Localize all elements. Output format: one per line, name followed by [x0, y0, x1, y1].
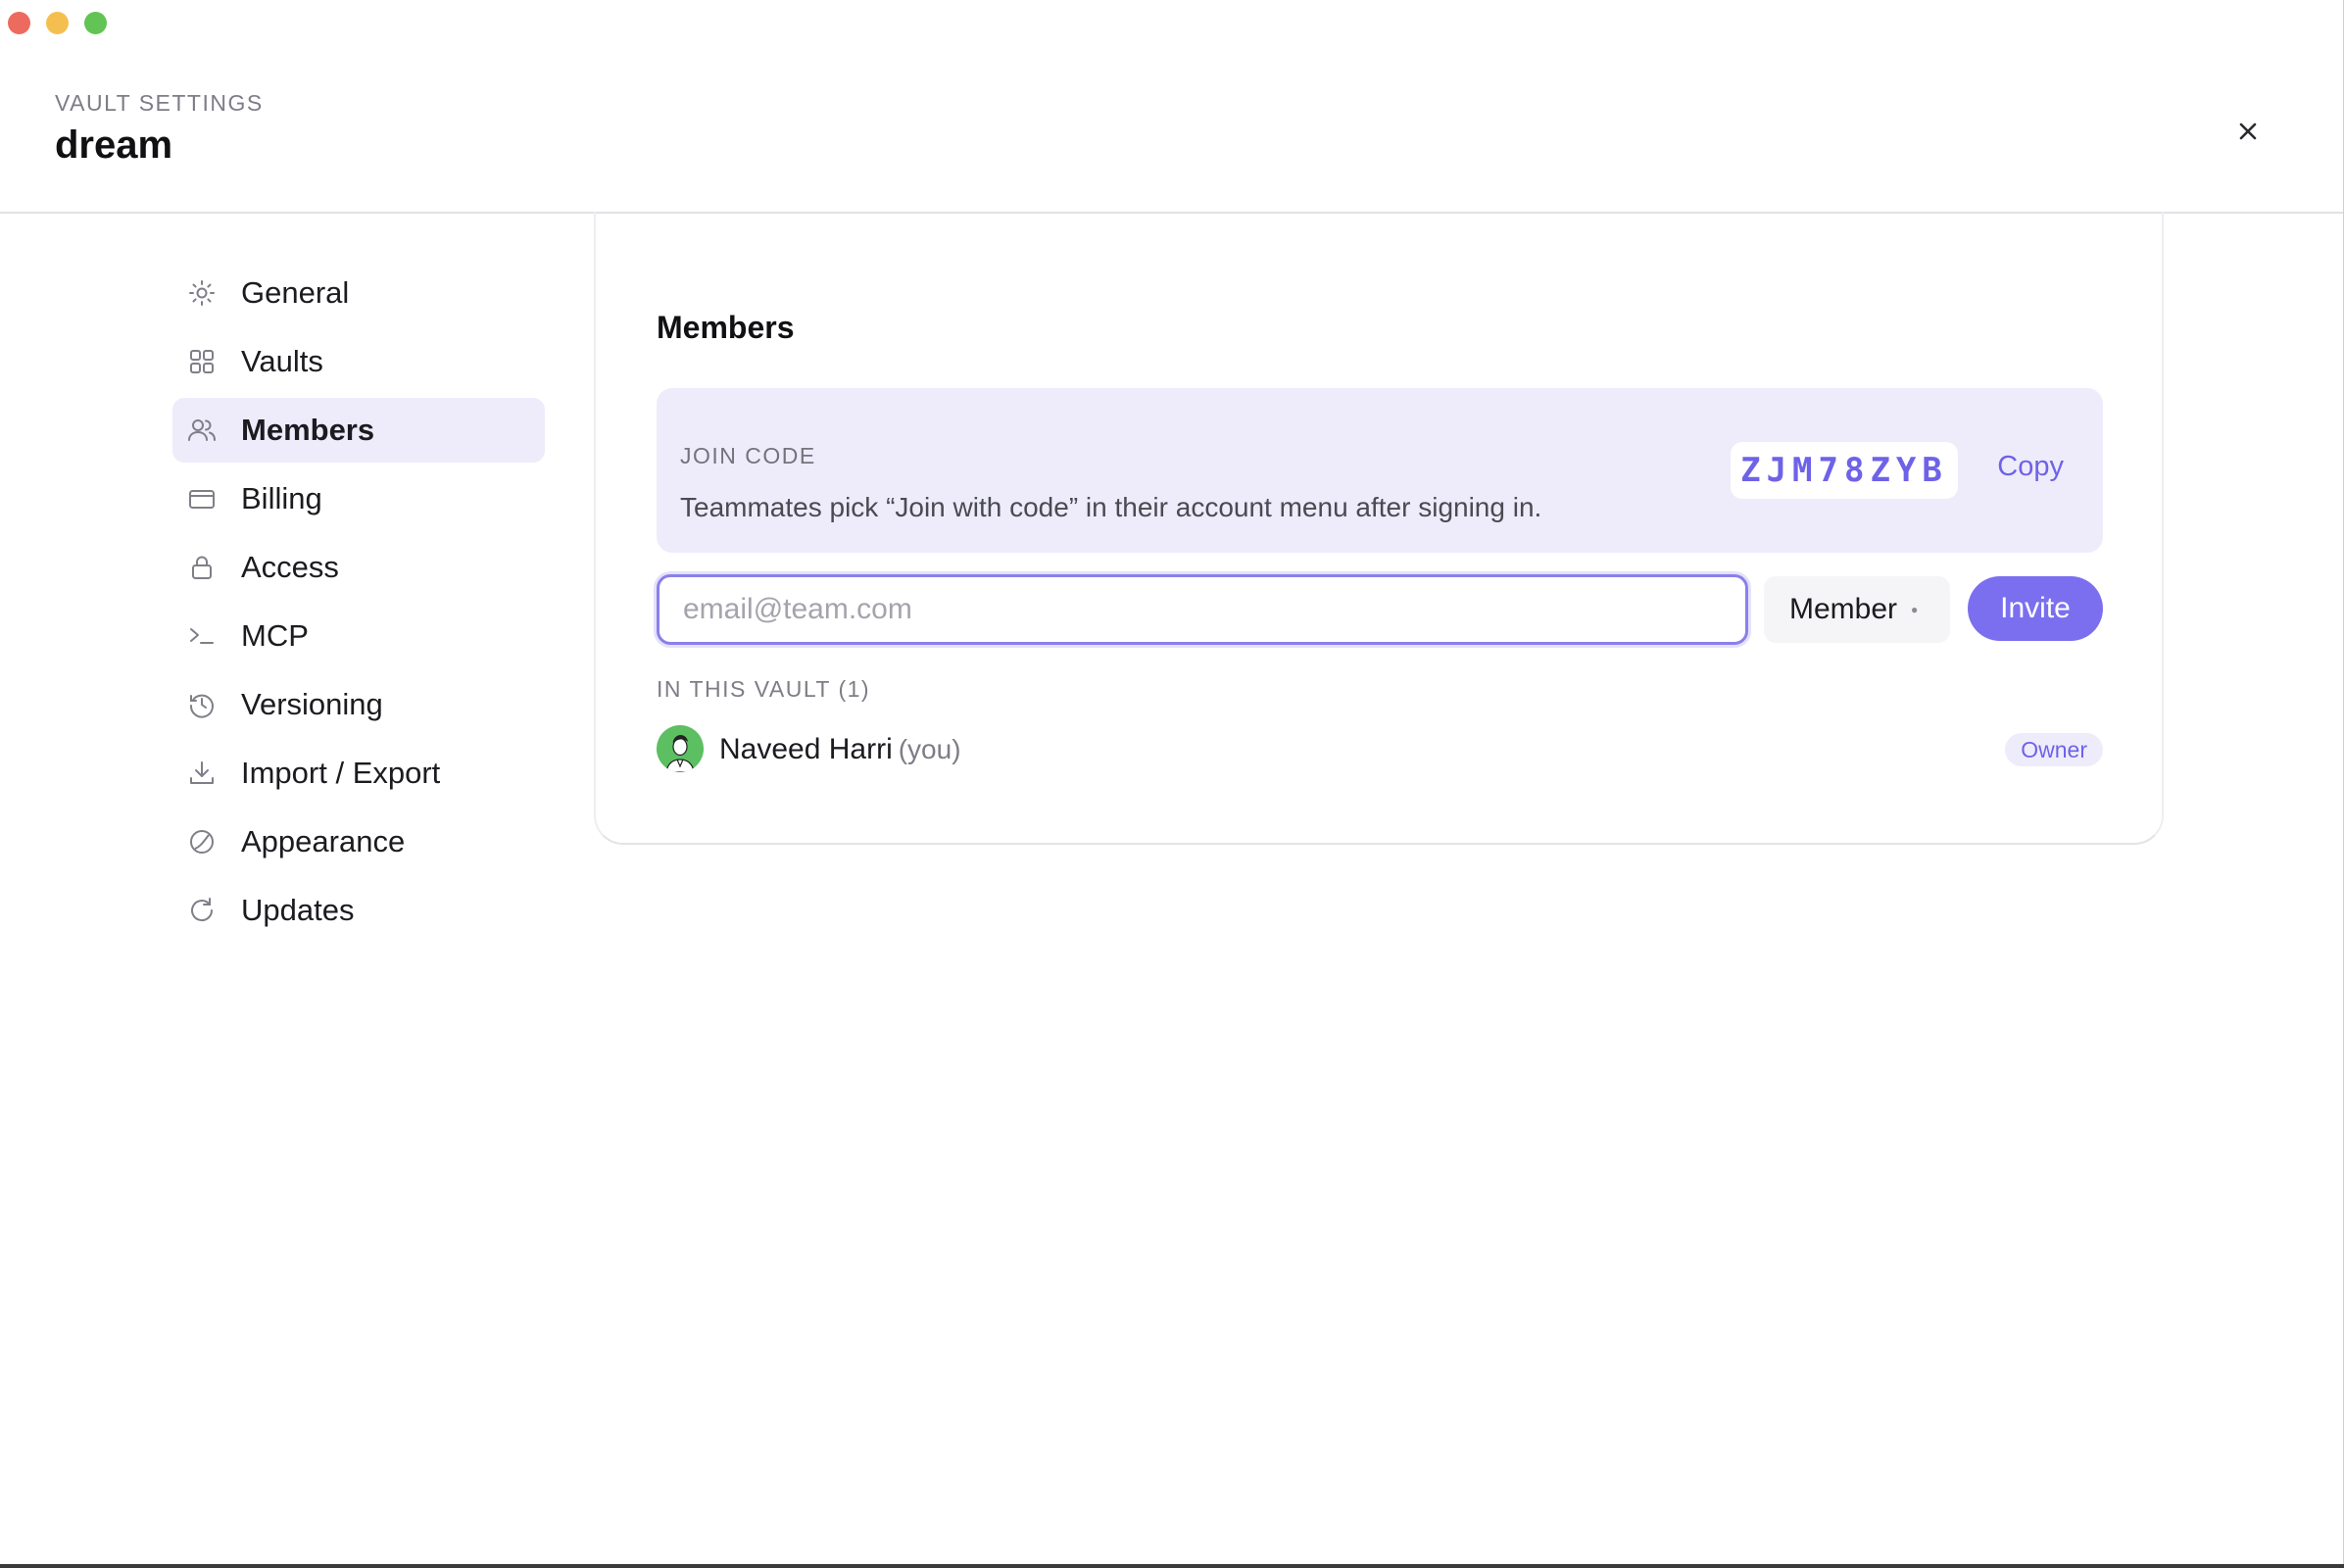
join-code-label: JOIN CODE — [680, 443, 816, 468]
invite-row: Member ● Invite — [657, 574, 2103, 645]
settings-window: VAULT SETTINGS dream General Vaults Memb… — [0, 0, 2344, 1568]
vault-title: dream — [55, 123, 173, 167]
invite-button[interactable]: Invite — [1968, 576, 2103, 641]
chevron-down-icon: ● — [1911, 603, 1919, 616]
sidebar-item-members[interactable]: Members — [172, 398, 545, 463]
sidebar-item-versioning[interactable]: Versioning — [172, 672, 545, 737]
sidebar-item-label: General — [241, 275, 350, 310]
credit-card-icon — [186, 483, 218, 514]
settings-header: VAULT SETTINGS dream — [0, 0, 2344, 214]
sidebar-item-appearance[interactable]: Appearance — [172, 809, 545, 874]
role-select[interactable]: Member ● — [1764, 576, 1950, 643]
download-icon — [186, 758, 218, 789]
copy-code-button[interactable]: Copy — [1997, 451, 2064, 483]
close-icon — [2239, 122, 2257, 140]
member-row: Naveed Harri (you) Owner — [657, 725, 2103, 774]
email-input[interactable] — [657, 574, 1748, 645]
sidebar-item-label: Import / Export — [241, 756, 441, 790]
join-code-value: ZJM78ZYB — [1731, 442, 1958, 499]
section-title: Members — [657, 310, 795, 345]
role-select-value: Member — [1789, 593, 1898, 625]
member-name: Naveed Harri (you) — [719, 733, 961, 766]
sidebar-item-label: Vaults — [241, 344, 323, 378]
sidebar-item-billing[interactable]: Billing — [172, 466, 545, 531]
settings-sidebar: General Vaults Members Billing Access MC… — [172, 261, 545, 947]
member-you-suffix: (you) — [898, 734, 961, 764]
sidebar-item-import-export[interactable]: Import / Export — [172, 741, 545, 806]
terminal-icon — [186, 620, 218, 652]
vault-members-label: IN THIS VAULT (1) — [657, 676, 871, 702]
sidebar-item-label: Access — [241, 550, 339, 584]
close-button[interactable] — [2230, 114, 2266, 149]
sidebar-item-label: Updates — [241, 893, 355, 927]
sidebar-item-label: Billing — [241, 481, 322, 515]
join-code-card: JOIN CODE Teammates pick “Join with code… — [657, 388, 2103, 553]
avatar — [657, 725, 704, 772]
palette-icon — [186, 826, 218, 858]
member-name-text: Naveed Harri — [719, 733, 893, 765]
sidebar-item-access[interactable]: Access — [172, 535, 545, 600]
sidebar-item-label: Versioning — [241, 687, 383, 721]
users-icon — [186, 415, 218, 446]
sidebar-item-updates[interactable]: Updates — [172, 878, 545, 943]
window-bottom-border — [0, 1564, 2344, 1568]
sidebar-item-label: Appearance — [241, 824, 406, 858]
sidebar-item-mcp[interactable]: MCP — [172, 604, 545, 668]
sidebar-item-general[interactable]: General — [172, 261, 545, 325]
lock-icon — [186, 552, 218, 583]
members-panel: Members JOIN CODE Teammates pick “Join w… — [594, 212, 2164, 845]
header-eyebrow: VAULT SETTINGS — [55, 90, 264, 116]
role-badge: Owner — [2005, 733, 2103, 766]
sidebar-item-label: Members — [241, 413, 375, 447]
grid-icon — [186, 346, 218, 377]
refresh-icon — [186, 895, 218, 926]
join-code-description: Teammates pick “Join with code” in their… — [680, 492, 1542, 522]
sun-icon — [186, 277, 218, 309]
sidebar-item-vaults[interactable]: Vaults — [172, 329, 545, 394]
sidebar-item-label: MCP — [241, 618, 309, 653]
history-icon — [186, 689, 218, 720]
